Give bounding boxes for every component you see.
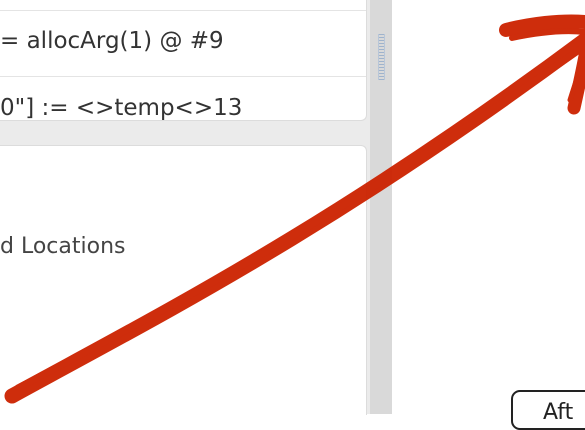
row-divider	[0, 76, 366, 77]
row-divider	[0, 10, 366, 11]
code-panel: = allocArg(1) @ #9 0"] := <>temp<>13	[0, 0, 367, 121]
code-line[interactable]: = allocArg(1) @ #9	[0, 28, 224, 54]
pane-splitter[interactable]	[370, 0, 392, 414]
after-button[interactable]: Aft	[511, 390, 585, 430]
section-label: d Locations	[0, 234, 126, 259]
code-line[interactable]: 0"] := <>temp<>13	[0, 95, 242, 120]
right-pane: Aft	[392, 0, 585, 430]
locations-panel: d Locations	[0, 145, 367, 415]
splitter-grip-icon[interactable]	[378, 34, 385, 80]
left-pane: = allocArg(1) @ #9 0"] := <>temp<>13 d L…	[0, 0, 370, 415]
